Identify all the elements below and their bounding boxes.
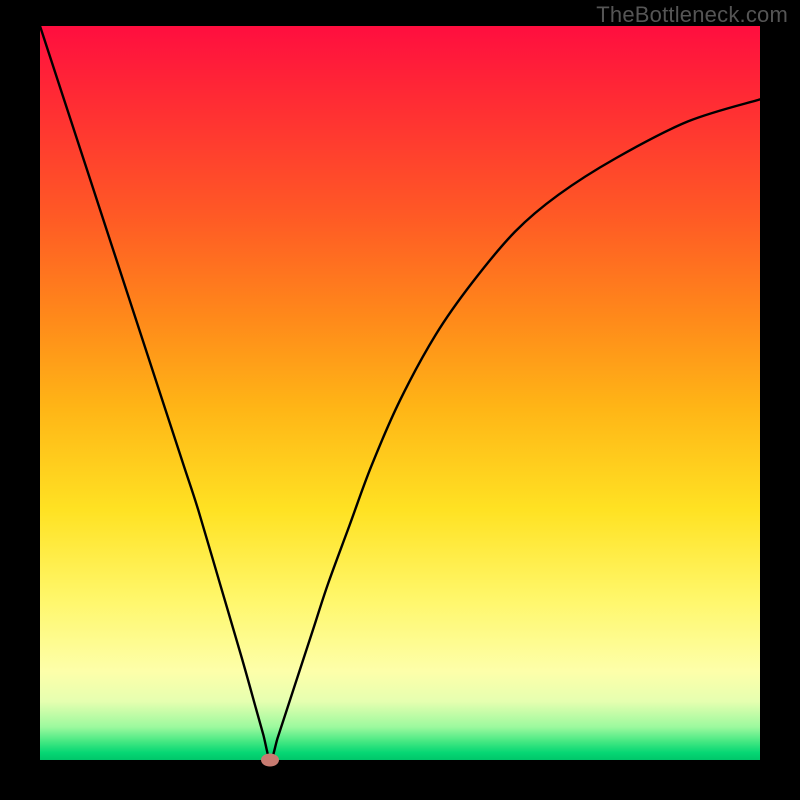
plot-area <box>40 26 760 760</box>
chart-frame: TheBottleneck.com <box>0 0 800 800</box>
bottleneck-curve <box>40 26 760 760</box>
min-point-marker <box>261 754 279 767</box>
watermark-text: TheBottleneck.com <box>596 2 788 28</box>
